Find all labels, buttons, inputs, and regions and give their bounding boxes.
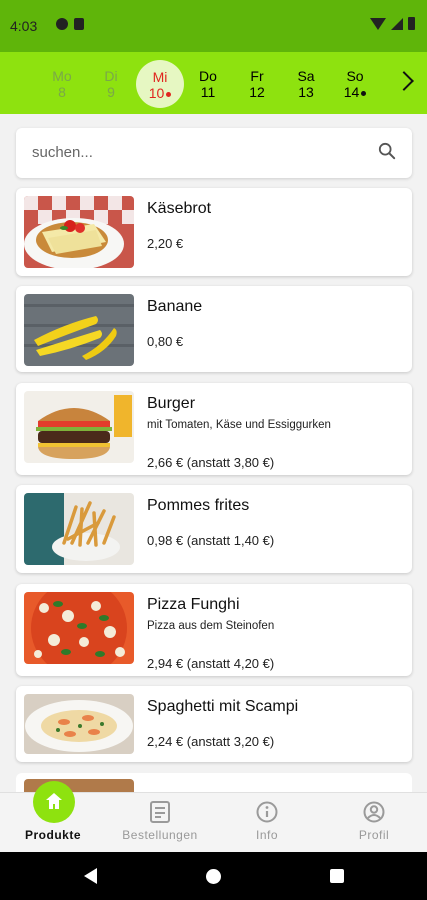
search-input[interactable]: suchen... — [16, 128, 412, 178]
nav-item-profil[interactable]: Profil — [321, 793, 427, 853]
order-dot-icon — [166, 91, 172, 97]
search-placeholder: suchen... — [32, 144, 93, 161]
product-price: 2,66 € (anstatt 3,80 €) — [147, 455, 275, 470]
system-icons — [370, 17, 415, 30]
product-price: 0,80 € — [147, 334, 184, 349]
status-time: 4:03 — [10, 18, 38, 34]
date-day-fr[interactable]: Fr 12 — [233, 60, 281, 108]
product-price: 2,20 € — [147, 236, 184, 251]
product-description: mit Tomaten, Käse und Essiggurken — [147, 419, 331, 431]
chevron-right-icon[interactable] — [394, 71, 414, 91]
date-selector: Mo 8 Di 9 Mi 10 Do 11 Fr 12 Sa 13 So 14 — [0, 52, 427, 114]
battery-icon — [408, 17, 415, 30]
date-day-number: 12 — [249, 84, 265, 100]
date-day-number: 9 — [107, 84, 115, 100]
system-navigation-bar — [0, 852, 427, 900]
product-name: Pizza Funghi — [147, 596, 240, 613]
product-card[interactable]: Pizza Funghi Pizza aus dem Steinofen 2,9… — [16, 584, 412, 676]
product-card[interactable]: Burger mit Tomaten, Käse und Essiggurken… — [16, 383, 412, 475]
date-day-mo[interactable]: Mo 8 — [38, 60, 86, 108]
info-icon — [256, 801, 278, 823]
product-name: Banane — [147, 298, 203, 315]
date-day-mi[interactable]: Mi 10 — [136, 60, 184, 108]
product-description: Pizza aus dem Steinofen — [147, 620, 275, 632]
sd-card-icon — [74, 18, 84, 30]
product-image-fries — [24, 493, 134, 565]
home-button-icon[interactable] — [206, 869, 221, 884]
product-name: Käsebrot — [147, 200, 212, 217]
product-name: Burger — [147, 395, 196, 412]
order-dot-icon — [361, 90, 367, 96]
receipt-icon — [150, 801, 170, 823]
search-icon[interactable] — [378, 142, 396, 160]
date-day-name: Mi — [152, 69, 168, 85]
recent-apps-icon[interactable] — [330, 869, 344, 883]
product-name: Pommes frites — [147, 497, 250, 514]
home-icon — [46, 793, 62, 809]
date-day-number-row: 14 — [331, 84, 379, 100]
date-day-name: Do — [199, 68, 217, 84]
product-image-spaghetti — [24, 694, 134, 754]
notification-icon — [56, 18, 68, 30]
date-day-number: 14 — [343, 84, 360, 100]
signal-icon — [391, 17, 403, 30]
nav-label: Info — [255, 828, 278, 842]
profile-icon — [363, 801, 385, 823]
product-card[interactable]: Käsebrot 2,20 € — [16, 188, 412, 276]
date-day-di[interactable]: Di 9 — [87, 60, 135, 108]
date-day-name: Fr — [250, 68, 264, 84]
back-icon[interactable] — [84, 868, 97, 884]
product-price: 0,98 € (anstatt 1,40 €) — [147, 533, 275, 548]
bottom-navigation: Produkte Bestellungen Info Profil — [0, 781, 427, 853]
notification-icons — [56, 18, 84, 30]
date-day-number: 8 — [58, 84, 66, 100]
product-image-cheese-bread — [24, 196, 134, 268]
product-card-partial[interactable] — [16, 773, 412, 793]
date-day-do[interactable]: Do 11 — [184, 60, 232, 108]
nav-label: Profil — [358, 828, 390, 842]
product-name: Spaghetti mit Scampi — [147, 698, 299, 715]
nav-item-bestellungen[interactable]: Bestellungen — [107, 793, 213, 853]
product-card[interactable]: Pommes frites 0,98 € (anstatt 1,40 €) — [16, 485, 412, 573]
product-card[interactable]: Banane 0,80 € — [16, 286, 412, 372]
nav-item-info[interactable]: Info — [214, 793, 320, 853]
product-image-pizza — [24, 592, 134, 664]
date-day-name: Di — [104, 68, 118, 84]
product-price: 2,94 € (anstatt 4,20 €) — [147, 656, 275, 671]
product-image-burger — [24, 391, 134, 463]
date-day-sa[interactable]: Sa 13 — [282, 60, 330, 108]
date-day-number: 11 — [200, 84, 216, 100]
product-image-bananas — [24, 294, 134, 366]
status-bar: 4:03 — [0, 0, 427, 52]
nav-item-produkte[interactable]: Produkte — [0, 781, 106, 853]
date-day-name: Sa — [297, 68, 315, 84]
product-price: 2,24 € (anstatt 3,20 €) — [147, 734, 275, 749]
nav-label: Bestellungen — [122, 828, 198, 842]
date-day-number: 10 — [148, 85, 165, 101]
date-day-name: So — [346, 68, 364, 84]
date-day-name: Mo — [52, 68, 72, 84]
product-card[interactable]: Spaghetti mit Scampi 2,24 € (anstatt 3,2… — [16, 686, 412, 762]
date-day-so[interactable]: So 14 — [331, 60, 379, 108]
nav-label: Produkte — [24, 828, 81, 842]
date-day-number: 13 — [298, 84, 314, 100]
date-day-number-row: 10 — [136, 85, 184, 101]
wifi-icon — [370, 17, 386, 30]
